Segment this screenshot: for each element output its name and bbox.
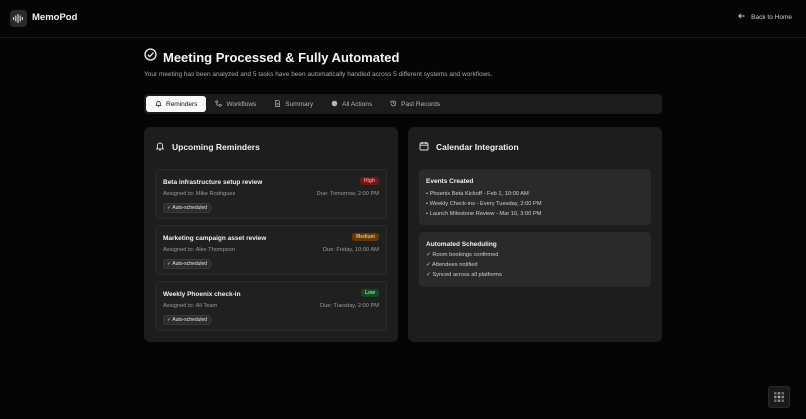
reminder-due: Due: Tomorrow, 2:00 PM — [316, 191, 379, 197]
workflow-icon — [215, 99, 223, 109]
scheduling-line: ✓ Room bookings confirmed — [426, 252, 499, 258]
reminder-due: Due: Tuesday, 2:00 PM — [319, 303, 379, 309]
history-icon — [390, 100, 397, 109]
auto-scheduled-chip: ✓ Auto-scheduled — [163, 259, 212, 269]
tab-label: Reminders — [166, 100, 198, 108]
tab-bar: Reminders Workflows Summary All Actions … — [144, 94, 662, 114]
priority-badge: Low — [361, 289, 379, 297]
event-line: • Weekly Check-ins - Every Tuesday, 2:00… — [426, 201, 542, 207]
card-title: Calendar Integration — [436, 142, 519, 152]
reminder-item[interactable]: Weekly Phoenix check-in Low Assigned to:… — [155, 281, 387, 331]
reminder-assignee: Assigned to: All Team — [163, 303, 218, 309]
reminder-due: Due: Friday, 10:00 AM — [322, 247, 379, 253]
calendar-icon — [419, 138, 429, 156]
reminder-assignee: Assigned to: Alex Thompson — [163, 247, 235, 253]
reminder-item[interactable]: Marketing campaign asset review Medium A… — [155, 225, 387, 275]
grid-widget-icon[interactable] — [768, 386, 790, 408]
tab-summary[interactable]: Summary — [265, 96, 322, 112]
reminder-title: Beta infrastructure setup review — [163, 179, 263, 186]
card-header: Upcoming Reminders — [155, 138, 260, 156]
bell-icon — [155, 100, 162, 109]
event-line: • Phoenix Beta Kickoff - Feb 1, 10:00 AM — [426, 191, 529, 197]
document-icon — [274, 99, 281, 109]
back-to-home-link[interactable]: Back to Home — [738, 13, 792, 21]
page-title: Meeting Processed & Fully Automated — [163, 49, 400, 65]
tab-past-records[interactable]: Past Records — [381, 96, 449, 112]
tab-label: All Actions — [342, 100, 373, 108]
automated-scheduling-panel: Automated Scheduling ✓ Room bookings con… — [419, 232, 651, 287]
tab-all-actions[interactable]: All Actions — [322, 96, 381, 112]
app-name: MemoPod — [32, 12, 78, 23]
tab-label: Workflows — [226, 100, 257, 108]
tab-label: Summary — [285, 100, 314, 108]
page-subtitle: Your meeting has been analyzed and 5 tas… — [144, 71, 493, 78]
reminder-assignee: Assigned to: Mike Rodriguez — [163, 191, 236, 197]
card-header: Calendar Integration — [419, 138, 519, 156]
check-circle-icon — [144, 48, 157, 66]
reminder-title: Marketing campaign asset review — [163, 235, 267, 242]
back-to-home-label: Back to Home — [751, 13, 792, 21]
events-created-panel: Events Created • Phoenix Beta Kickoff - … — [419, 169, 651, 225]
logo-icon — [10, 10, 27, 27]
top-bar: MemoPod Back to Home — [0, 0, 806, 38]
reminder-item[interactable]: Beta infrastructure setup review High As… — [155, 169, 387, 219]
tab-workflows[interactable]: Workflows — [206, 96, 265, 112]
scheduling-line: ✓ Attendees notified — [426, 262, 478, 268]
panel-title: Automated Scheduling — [426, 241, 497, 248]
page-title-row: Meeting Processed & Fully Automated — [144, 48, 399, 66]
bell-icon — [155, 138, 165, 156]
auto-scheduled-chip: ✓ Auto-scheduled — [163, 203, 212, 213]
card-title: Upcoming Reminders — [172, 142, 260, 152]
auto-scheduled-chip: ✓ Auto-scheduled — [163, 315, 212, 325]
event-line: • Launch Milestone Review - Mar 10, 3:00… — [426, 211, 542, 217]
tab-label: Past Records — [401, 100, 441, 108]
priority-badge: Medium — [352, 233, 379, 241]
calendar-integration-card: Calendar Integration Events Created • Ph… — [408, 127, 662, 342]
reminder-title: Weekly Phoenix check-in — [163, 291, 241, 298]
upcoming-reminders-card: Upcoming Reminders Beta infrastructure s… — [144, 127, 398, 342]
circle-icon — [331, 100, 338, 109]
priority-badge: High — [359, 177, 379, 185]
panel-title: Events Created — [426, 178, 474, 185]
scheduling-line: ✓ Synced across all platforms — [426, 272, 502, 278]
tab-reminders[interactable]: Reminders — [146, 96, 207, 112]
arrow-left-icon — [738, 13, 745, 21]
